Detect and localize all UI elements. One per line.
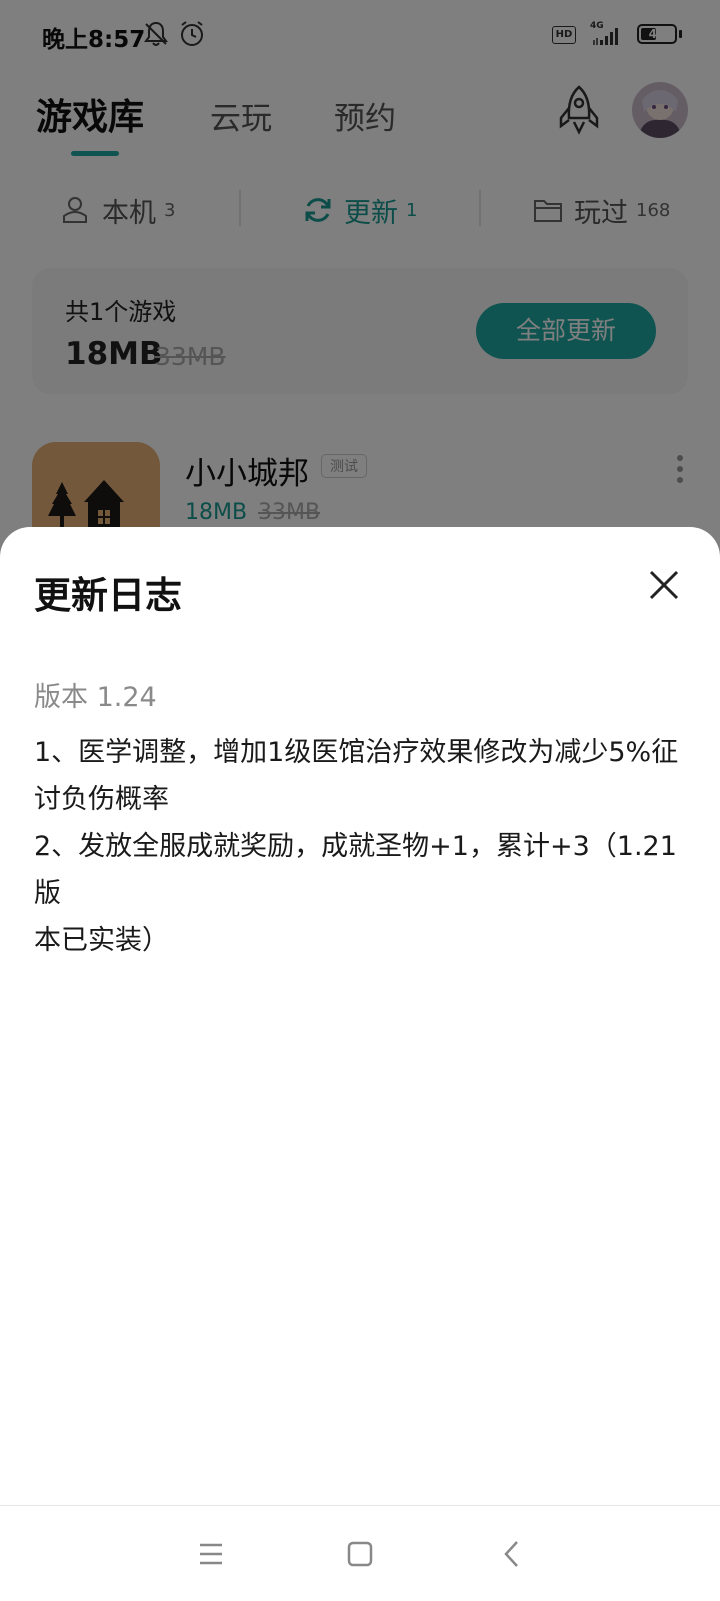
changelog-line: 2、发放全服成就奖励，成就圣物+1，累计+3（1.21版 [34, 831, 677, 909]
changelog-line: 1、医学调整，增加1级医馆治疗效果修改为减少5%征 [34, 737, 679, 768]
changelog-text: 1、医学调整，增加1级医馆治疗效果修改为减少5%征 讨负伤概率 2、发放全服成就… [34, 729, 684, 964]
close-icon[interactable] [644, 565, 684, 605]
version-label: 版本 1.24 [34, 682, 157, 713]
changelog-line: 讨负伤概率 [34, 784, 169, 815]
changelog-line: 本已实装） [34, 925, 169, 956]
game-library-page: 晚上8:57 HD 4G 47 游戏库 云玩 预约 [0, 0, 720, 1601]
home-icon[interactable] [340, 1534, 380, 1574]
sheet-title: 更新日志 [34, 574, 182, 617]
system-nav-bar [0, 1505, 720, 1601]
back-icon[interactable] [492, 1534, 532, 1574]
menu-icon[interactable] [191, 1534, 231, 1574]
changelog-sheet: 更新日志 版本 1.24 1、医学调整，增加1级医馆治疗效果修改为减少5%征 讨… [0, 527, 720, 1600]
